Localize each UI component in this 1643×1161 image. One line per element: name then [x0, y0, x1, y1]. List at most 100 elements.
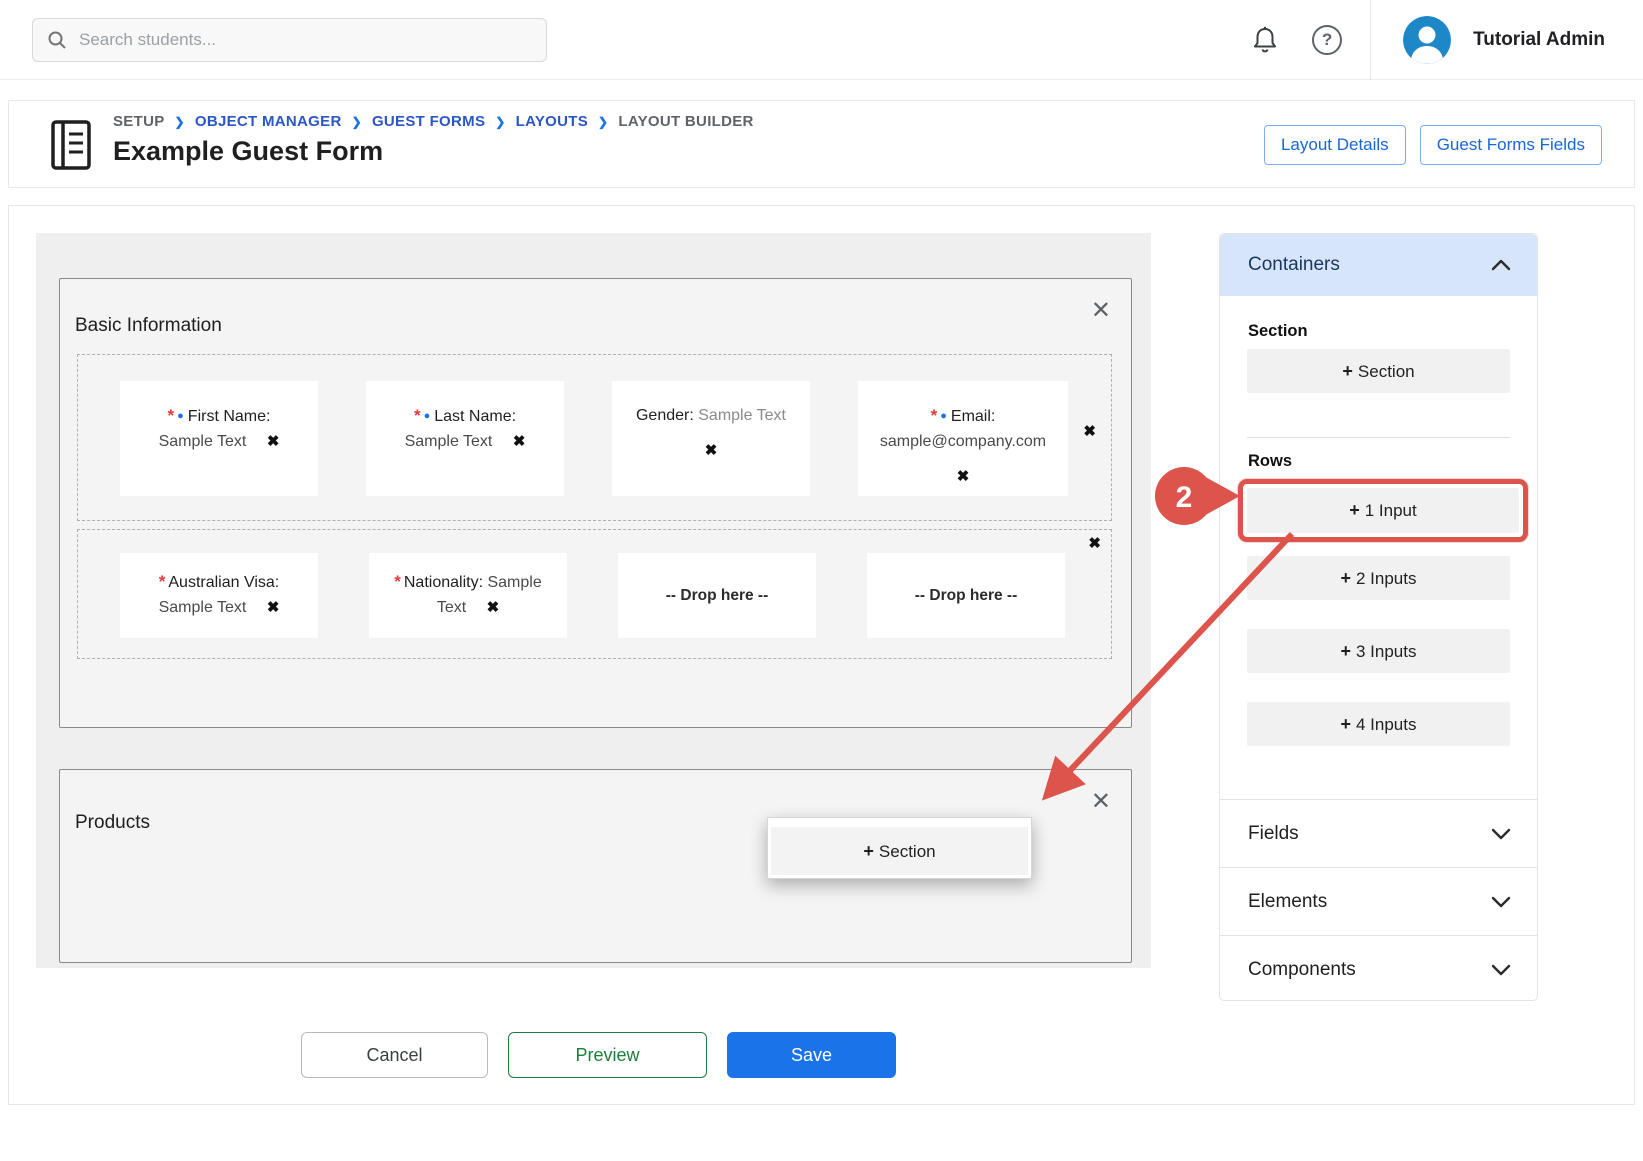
required-icon: *	[159, 572, 166, 591]
header-actions: Layout Details Guest Forms Fields	[1264, 125, 1602, 165]
search-box[interactable]	[32, 18, 547, 62]
section-products: Products ✕ +Section	[59, 769, 1132, 963]
topbar: ? Tutorial Admin	[0, 0, 1643, 80]
panel-components[interactable]: Components	[1220, 935, 1537, 1003]
panel-containers-label: Containers	[1248, 254, 1340, 276]
required-icon: *	[931, 406, 938, 425]
layout-book-icon	[49, 117, 93, 178]
topbar-right: ? Tutorial Admin	[1252, 0, 1643, 80]
chevron-right-icon: ❯	[598, 115, 608, 129]
field-last-name[interactable]: *●Last Name: Sample Text ✖	[366, 381, 564, 496]
page-title: Example Guest Form	[113, 136, 754, 167]
field-label: Australian Visa:	[168, 574, 279, 591]
help-button[interactable]: ?	[1312, 25, 1342, 55]
rows-group: Rows +1 Input +2 Inputs +3 Inputs +4 Inp…	[1247, 452, 1510, 746]
dropzone[interactable]: -- Drop here --	[867, 553, 1065, 638]
containers-panel-body: Section + Section Rows +1 Input +2 Inputs…	[1220, 296, 1537, 799]
save-button[interactable]: Save	[727, 1032, 896, 1078]
help-icon: ?	[1322, 30, 1332, 50]
dot-icon: ●	[940, 410, 947, 422]
field-label-line: *● First Name:	[129, 403, 309, 429]
dot-icon: ●	[177, 410, 184, 422]
add-section-button[interactable]: + Section	[1247, 349, 1510, 393]
add-row-1-input-button[interactable]: +1 Input	[1247, 488, 1519, 533]
notifications-button[interactable]	[1252, 26, 1278, 54]
field-label: Last Name:	[434, 408, 516, 425]
field-value: Sample Text	[405, 433, 493, 450]
field-email[interactable]: *●Email: sample@company.com ✖ ✖	[858, 381, 1068, 496]
add-row-2-inputs-button[interactable]: +2 Inputs	[1247, 556, 1510, 600]
row-button-label: 4 Inputs	[1356, 715, 1417, 734]
remove-field-icon[interactable]: ✖	[1083, 419, 1096, 444]
guest-forms-fields-button[interactable]: Guest Forms Fields	[1420, 125, 1602, 165]
field-first-name[interactable]: *●First Name: Sample Text ✖	[120, 381, 318, 496]
preview-button[interactable]: Preview	[508, 1032, 707, 1078]
page-header: SETUP ❯ OBJECT MANAGER ❯ GUEST FORMS ❯ L…	[8, 100, 1635, 188]
field-value: Sample Text	[159, 599, 247, 616]
plus-icon: +	[1349, 500, 1360, 520]
add-section-ghost-button[interactable]: +Section	[771, 827, 1028, 875]
annotation-highlight-box: +1 Input	[1238, 479, 1528, 542]
chevron-right-icon: ❯	[352, 115, 362, 129]
close-icon[interactable]: ✕	[1091, 299, 1111, 323]
panel-containers[interactable]: Containers	[1220, 234, 1537, 296]
field-label-line: *●Email:	[867, 403, 1059, 429]
field-label: Gender:	[636, 407, 694, 424]
field-value: Sample Text	[698, 407, 786, 424]
field-value: sample@company.com	[880, 433, 1046, 450]
avatar[interactable]	[1403, 16, 1451, 64]
chevron-down-icon	[1491, 964, 1511, 976]
required-icon: *	[414, 406, 421, 425]
field-row-2: ✖ *Australian Visa: Sample Text ✖ *Natio…	[77, 529, 1112, 659]
required-icon: *	[168, 406, 175, 425]
panel-fields-label: Fields	[1248, 823, 1299, 845]
user-name[interactable]: Tutorial Admin	[1473, 29, 1605, 51]
remove-field-icon[interactable]: ✖	[267, 599, 280, 616]
breadcrumb-object-manager[interactable]: OBJECT MANAGER	[195, 113, 342, 130]
remove-field-icon[interactable]: ✖	[867, 464, 1059, 489]
search-input[interactable]	[79, 30, 532, 50]
row-button-label: 1 Input	[1365, 501, 1417, 520]
breadcrumb: SETUP ❯ OBJECT MANAGER ❯ GUEST FORMS ❯ L…	[113, 113, 754, 130]
section-basic-information: Basic Information ✕ *●First Name: Sample…	[59, 278, 1132, 728]
field-row-1: *●First Name: Sample Text ✖ *●Last Name:…	[77, 354, 1112, 521]
page: ? Tutorial Admin	[0, 0, 1643, 1161]
remove-field-icon[interactable]: ✖	[267, 433, 280, 450]
layout-builder-panel: Basic Information ✕ *●First Name: Sample…	[8, 205, 1635, 1105]
cancel-button[interactable]: Cancel	[301, 1032, 488, 1078]
remove-field-icon[interactable]: ✖	[513, 433, 526, 450]
layout-details-button[interactable]: Layout Details	[1264, 125, 1406, 165]
search-icon	[47, 30, 67, 50]
panel-fields[interactable]: Fields	[1220, 799, 1537, 867]
plus-icon: +	[863, 841, 874, 861]
dropzone[interactable]: -- Drop here --	[618, 553, 816, 638]
row-button-label: 2 Inputs	[1356, 569, 1417, 588]
add-section-label: Section	[1358, 362, 1415, 381]
header-text: SETUP ❯ OBJECT MANAGER ❯ GUEST FORMS ❯ L…	[113, 113, 754, 167]
remove-field-icon[interactable]: ✖	[487, 599, 500, 616]
plus-icon: +	[1340, 568, 1351, 588]
plus-icon: +	[1342, 361, 1353, 381]
dragged-section-ghost[interactable]: +Section	[767, 817, 1032, 879]
breadcrumb-layout-builder: LAYOUT BUILDER	[618, 113, 753, 130]
field-label-line: *Australian Visa:	[129, 569, 309, 595]
field-label: First Name:	[188, 408, 271, 425]
field-gender[interactable]: Gender: Sample Text ✖	[612, 381, 810, 496]
breadcrumb-setup: SETUP	[113, 113, 165, 130]
field-australian-visa[interactable]: *Australian Visa: Sample Text ✖	[120, 553, 318, 638]
remove-field-icon[interactable]: ✖	[621, 438, 801, 463]
add-row-3-inputs-button[interactable]: +3 Inputs	[1247, 629, 1510, 673]
section-title: Products	[75, 812, 150, 834]
field-nationality[interactable]: *Nationality: Sample Text ✖	[369, 553, 567, 638]
add-row-4-inputs-button[interactable]: +4 Inputs	[1247, 702, 1510, 746]
breadcrumb-guest-forms[interactable]: GUEST FORMS	[372, 113, 485, 130]
panel-elements[interactable]: Elements	[1220, 867, 1537, 935]
field-label-line: *●Last Name:	[375, 403, 555, 429]
plus-icon: +	[1340, 714, 1351, 734]
breadcrumb-layouts[interactable]: LAYOUTS	[516, 113, 588, 130]
user-avatar-icon	[1403, 16, 1451, 64]
remove-row-icon[interactable]: ✖	[1088, 534, 1101, 552]
close-icon[interactable]: ✕	[1091, 790, 1111, 814]
palette-sidebar: Containers Section + Section Rows +1 Inpu…	[1219, 233, 1538, 1001]
chevron-right-icon: ❯	[495, 115, 505, 129]
